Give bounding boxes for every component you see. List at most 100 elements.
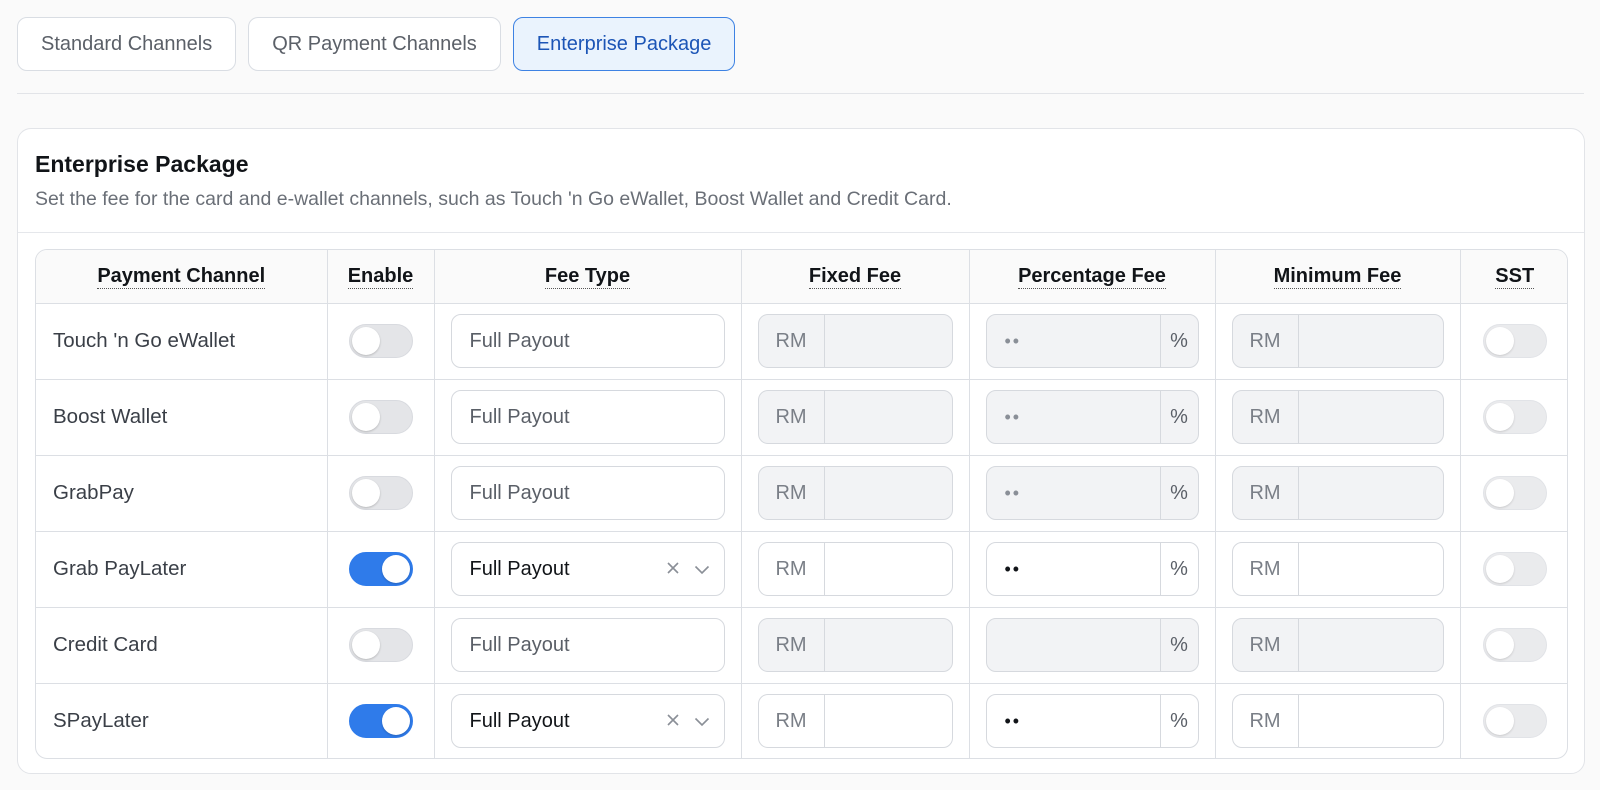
sst-toggle[interactable] <box>1482 400 1547 434</box>
toggle-knob <box>351 479 380 507</box>
fee-type-select[interactable]: Full Payout <box>450 542 725 596</box>
enable-toggle[interactable] <box>348 400 413 434</box>
minimum-fee-cell: RM <box>1215 683 1461 758</box>
minimum-fee-input-group: RM <box>1231 694 1444 749</box>
sst-cell <box>1460 303 1567 380</box>
fixed-fee-input[interactable] <box>825 315 952 367</box>
sst-cell <box>1460 683 1567 758</box>
percentage-fee-cell: % <box>969 607 1216 684</box>
channel-name: Touch 'n Go eWallet <box>36 303 328 380</box>
toggle-knob <box>1485 403 1514 431</box>
currency-prefix: RM <box>759 315 825 367</box>
fee-type-cell: Full Payout <box>434 379 742 456</box>
chevron-down-icon[interactable] <box>694 710 710 733</box>
minimum-fee-cell: RM <box>1215 455 1461 532</box>
chevron-down-icon[interactable] <box>694 558 710 581</box>
header-minimum-fee: Minimum Fee <box>1215 250 1461 304</box>
tab-enterprise-package[interactable]: Enterprise Package <box>512 17 736 71</box>
fixed-fee-input[interactable] <box>825 467 952 519</box>
fee-type-select[interactable]: Full Payout <box>450 390 725 444</box>
enable-toggle[interactable] <box>348 628 413 662</box>
sst-toggle[interactable] <box>1482 628 1547 662</box>
channel-name: Grab PayLater <box>36 531 328 608</box>
fixed-fee-input-group: RM <box>757 466 953 520</box>
sst-toggle[interactable] <box>1482 476 1547 510</box>
minimum-fee-input-group: RM <box>1231 314 1444 368</box>
fee-type-cell: Full Payout <box>434 303 742 380</box>
minimum-fee-input[interactable] <box>1299 695 1443 747</box>
enable-toggle[interactable] <box>348 476 413 510</box>
currency-prefix: RM <box>1233 619 1299 671</box>
percentage-fee-input[interactable]: •• <box>987 543 1160 595</box>
minimum-fee-input[interactable] <box>1299 391 1443 443</box>
minimum-fee-input[interactable] <box>1299 467 1443 519</box>
close-icon[interactable] <box>666 558 680 581</box>
fee-type-select[interactable]: Full Payout <box>450 694 725 749</box>
percentage-fee-input[interactable]: •• <box>987 391 1160 443</box>
minimum-fee-input-group: RM <box>1231 466 1444 520</box>
currency-prefix: RM <box>759 467 825 519</box>
fixed-fee-input[interactable] <box>825 619 952 671</box>
enable-cell <box>327 303 435 380</box>
channel-name: Boost Wallet <box>36 379 328 456</box>
channel-name: GrabPay <box>36 455 328 532</box>
minimum-fee-input[interactable] <box>1299 315 1443 367</box>
percent-suffix: % <box>1159 543 1198 595</box>
table-row: Credit Card Full Payout RM % RM <box>36 607 1567 684</box>
fee-type-select[interactable]: Full Payout <box>450 314 725 368</box>
minimum-fee-cell: RM <box>1215 303 1461 380</box>
sst-cell <box>1460 531 1567 608</box>
fixed-fee-cell: RM <box>741 683 970 758</box>
sst-cell <box>1460 455 1567 532</box>
toggle-knob <box>1485 327 1514 355</box>
enable-toggle[interactable] <box>348 324 413 358</box>
fixed-fee-input-group: RM <box>757 618 953 672</box>
fixed-fee-input[interactable] <box>825 543 952 595</box>
percentage-fee-input[interactable]: •• <box>987 467 1160 519</box>
header-fee-type: Fee Type <box>434 250 742 304</box>
fixed-fee-cell: RM <box>741 531 970 608</box>
enable-toggle[interactable] <box>348 552 413 586</box>
percentage-fee-cell: •• % <box>969 683 1216 758</box>
percentage-fee-cell: •• % <box>969 379 1216 456</box>
close-icon[interactable] <box>666 710 680 733</box>
fee-type-select[interactable]: Full Payout <box>450 618 725 672</box>
fee-type-cell: Full Payout <box>434 607 742 684</box>
minimum-fee-input[interactable] <box>1299 619 1443 671</box>
table-row: Boost Wallet Full Payout RM •• % RM <box>36 379 1567 456</box>
minimum-fee-cell: RM <box>1215 379 1461 456</box>
percent-suffix: % <box>1159 467 1198 519</box>
sst-toggle[interactable] <box>1482 552 1547 586</box>
minimum-fee-input[interactable] <box>1299 543 1443 595</box>
minimum-fee-cell: RM <box>1215 531 1461 608</box>
currency-prefix: RM <box>1233 315 1299 367</box>
toggle-knob <box>1485 707 1514 736</box>
toggle-knob <box>381 555 410 583</box>
table-row: SPayLater Full Payout RM •• % RM <box>36 683 1567 758</box>
tab-divider <box>17 93 1584 94</box>
percentage-fee-cell: •• % <box>969 531 1216 608</box>
percentage-fee-input-group: •• % <box>985 314 1199 368</box>
card-title: Enterprise Package <box>35 151 249 177</box>
fixed-fee-input[interactable] <box>825 695 952 747</box>
enable-toggle[interactable] <box>348 704 413 739</box>
toggle-knob <box>351 403 380 431</box>
sst-toggle[interactable] <box>1482 324 1547 358</box>
tab-qr-payment-channels[interactable]: QR Payment Channels <box>248 17 501 71</box>
minimum-fee-input-group: RM <box>1231 390 1444 444</box>
percentage-fee-input[interactable]: •• <box>987 695 1160 747</box>
percentage-fee-input[interactable]: •• <box>987 315 1160 367</box>
tab-standard-channels[interactable]: Standard Channels <box>17 17 237 71</box>
select-icons <box>666 558 710 581</box>
table-row: GrabPay Full Payout RM •• % RM <box>36 455 1567 532</box>
fixed-fee-input[interactable] <box>825 391 952 443</box>
minimum-fee-input-group: RM <box>1231 542 1444 596</box>
percentage-fee-input-group: % <box>985 618 1199 672</box>
channel-name: SPayLater <box>36 683 328 758</box>
fee-type-select[interactable]: Full Payout <box>450 466 725 520</box>
sst-toggle[interactable] <box>1482 704 1547 739</box>
enterprise-package-card: Enterprise Package Set the fee for the c… <box>17 128 1585 774</box>
minimum-fee-cell: RM <box>1215 607 1461 684</box>
tab-bar: Standard Channels QR Payment Channels En… <box>17 17 736 71</box>
percentage-fee-input[interactable] <box>987 619 1160 671</box>
